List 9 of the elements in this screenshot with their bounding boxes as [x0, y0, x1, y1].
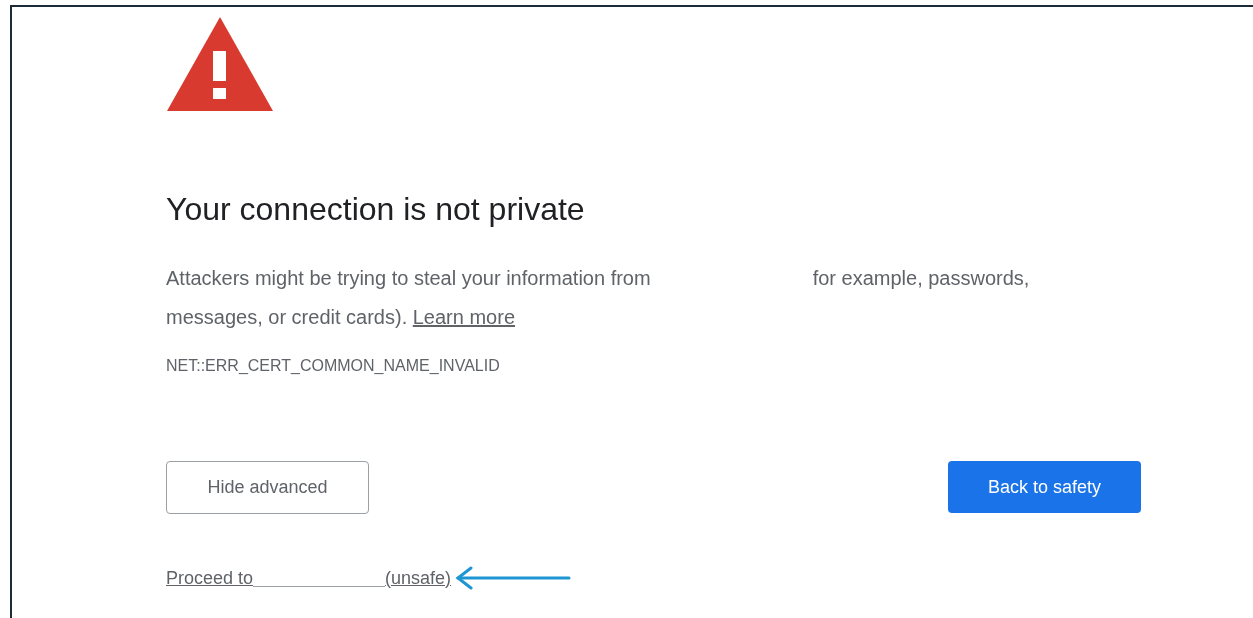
- learn-more-link[interactable]: Learn more: [412, 306, 516, 328]
- page-heading: Your connection is not private: [166, 190, 586, 229]
- hide-advanced-button[interactable]: Hide advanced: [166, 461, 369, 514]
- back-to-safety-button[interactable]: Back to safety: [948, 461, 1141, 513]
- error-code: NET::ERR_CERT_COMMON_NAME_INVALID: [166, 356, 501, 376]
- warning-icon: [167, 17, 273, 111]
- proceed-link[interactable]: Proceed to (unsafe): [166, 567, 452, 589]
- warning-message: Attackers might be trying to steal your information from for example, passwords, messages, or credit cards). Learn more: [166, 266, 1031, 330]
- arrow-icon: [455, 566, 572, 590]
